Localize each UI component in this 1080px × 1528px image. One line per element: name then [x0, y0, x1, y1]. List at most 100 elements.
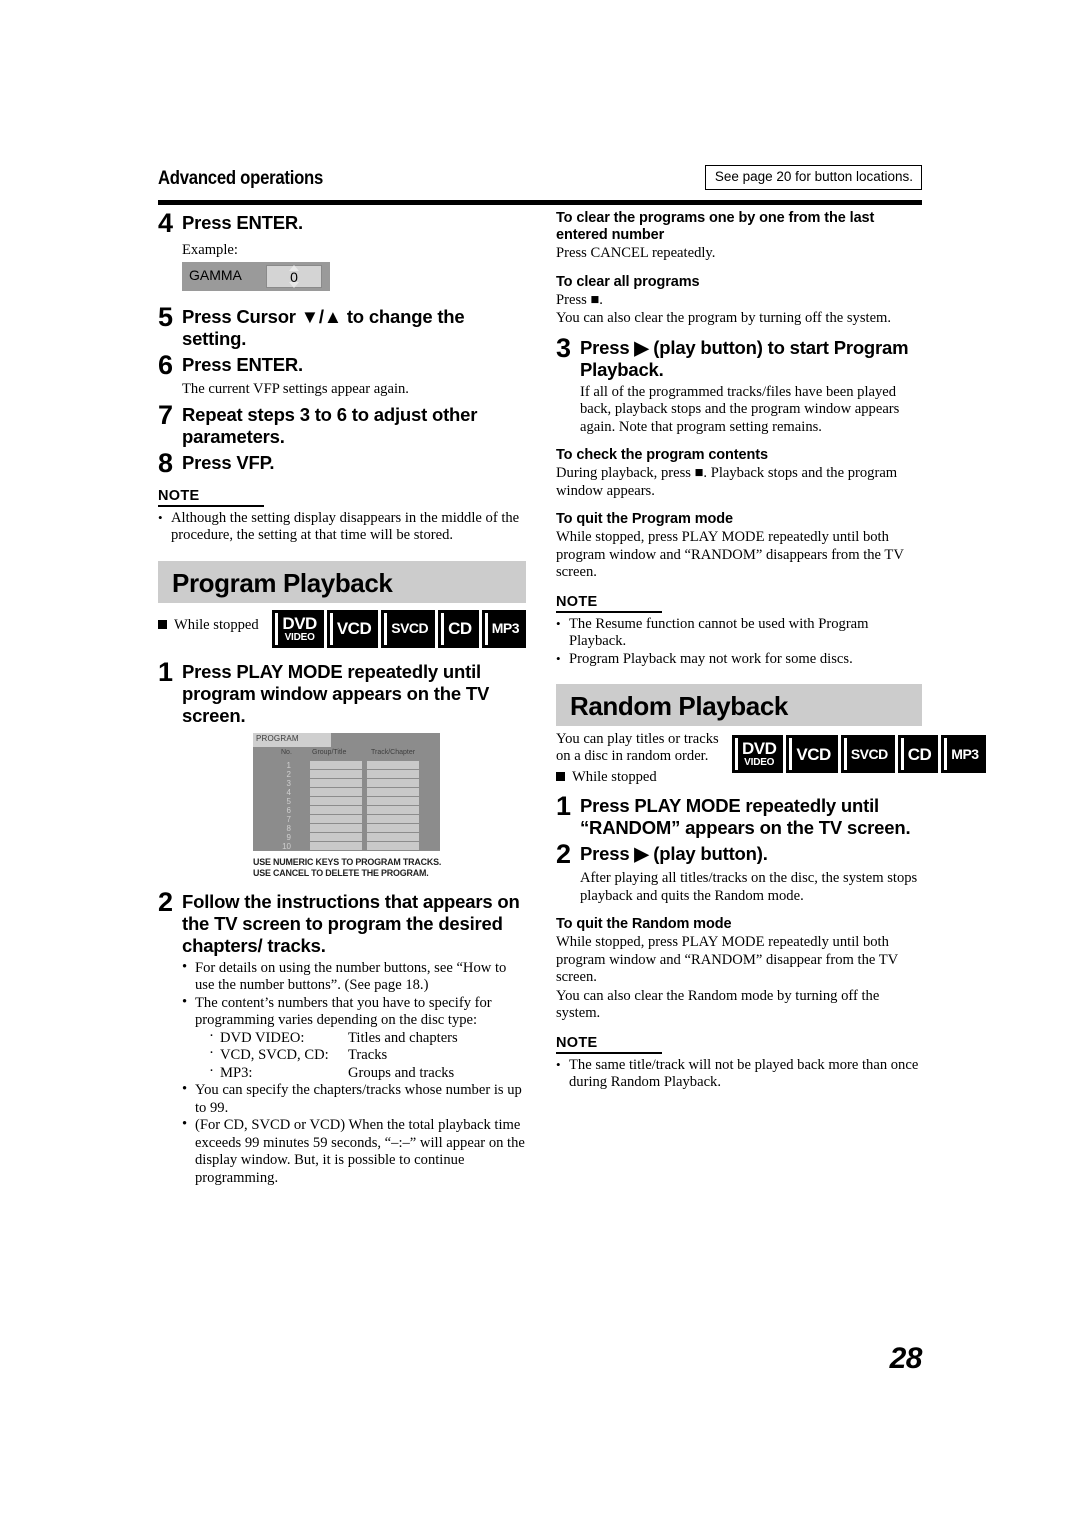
step-8: 8 Press VFP.: [158, 447, 526, 478]
program-playback-banner: Program Playback: [158, 560, 526, 603]
badge-main-label: VCD: [796, 744, 831, 764]
left-column: 4 Press ENTER. Example: GAMMA 0 5 Press …: [158, 206, 526, 1187]
random-step-1: 1 Press PLAY MODE repeatedly until “RAND…: [556, 793, 922, 839]
gamma-setting-widget: GAMMA 0: [182, 262, 330, 291]
button-locations-note: See page 20 for button locations.: [704, 165, 922, 190]
program-step-2-number: 2: [158, 886, 173, 917]
step-5-text: Press Cursor ▼/▲ to change the setting.: [182, 306, 465, 349]
disc-type-content: Titles and chapters: [348, 1029, 458, 1046]
program-window-row-number: 6: [286, 805, 291, 815]
program-window-row-number: 5: [286, 796, 291, 806]
program-step-3: 3 Press ▶ (play button) to start Program…: [556, 332, 922, 381]
disc-badge-dvd-video: DVD VIDEO: [732, 735, 784, 773]
random-step-1-text: Press PLAY MODE repeatedly until “RANDOM…: [580, 795, 911, 838]
program-window-row: 2: [253, 769, 440, 779]
step-7-number: 7: [158, 399, 173, 430]
disc-type-row: DVD VIDEO: Titles and chapters: [207, 1028, 526, 1048]
disc-type-name: VCD, SVCD, CD:: [220, 1047, 329, 1063]
note-heading-random: NOTE: [556, 1034, 598, 1051]
program-step-2-text: Follow the instructions that appears on …: [182, 890, 520, 956]
disc-type-name: DVD VIDEO:: [220, 1029, 305, 1046]
program-window-cell-track-chapter: [367, 778, 419, 787]
note-heading-right: NOTE: [556, 593, 598, 610]
disc-type-row: VCD, SVCD, CD: Tracks: [207, 1045, 526, 1065]
badge-sub-label: VIDEO: [284, 631, 315, 643]
page-number: 28: [889, 1342, 923, 1375]
program-window-cell-group-title: [310, 823, 362, 832]
program-window-row: 8: [253, 823, 440, 833]
badge-main-label: CD: [448, 619, 472, 638]
badge-main-label: SVCD: [391, 620, 429, 636]
note-underline: [158, 504, 264, 507]
disc-type-list: DVD VIDEO: Titles and chapters VCD, SVCD…: [207, 1028, 526, 1083]
disc-badge-mp3: MP3: [481, 609, 526, 648]
column-header-no: No.: [281, 748, 292, 756]
disc-badge-vcd: VCD: [326, 609, 379, 648]
program-window-cell-group-title: [310, 787, 362, 796]
gamma-label: GAMMA: [189, 267, 242, 283]
quit-random-body-line2: You can also clear the Random mode by tu…: [556, 987, 880, 1022]
step-8-number: 8: [158, 447, 173, 478]
program-window-row-number: 1: [286, 760, 291, 770]
clear-all-body-line1: Press ■.: [556, 291, 603, 308]
note-item: The same title/track will not be played …: [556, 1056, 922, 1092]
program-window-cell-group-title: [310, 778, 362, 787]
quit-program-body: While stopped, press PLAY MODE repeatedl…: [556, 529, 904, 580]
program-window-cell-group-title: [310, 796, 362, 805]
program-window-row-number: 8: [286, 823, 291, 833]
badge-main-label: MP3: [951, 745, 979, 762]
disc-badge-cd: CD: [438, 609, 479, 648]
program-window-row-number: 10: [282, 841, 291, 851]
disc-badge-vcd: VCD: [786, 735, 838, 773]
program-step-1: 1 Press PLAY MODE repeatedly until progr…: [158, 656, 526, 727]
bullet-item: For details on using the number buttons,…: [182, 959, 526, 995]
program-window-caption-line1: USE NUMERIC KEYS TO PROGRAM TRACKS.: [253, 855, 442, 867]
program-window-caption: USE NUMERIC KEYS TO PROGRAM TRACKS. USE …: [253, 856, 512, 878]
disc-badges-program: DVD VIDEO VCD SVCD CD MP3: [272, 609, 526, 648]
clear-all-body-line2: You can also clear the program by turnin…: [556, 310, 892, 326]
while-stopped-left: While stopped: [158, 610, 259, 634]
program-window-cell-track-chapter: [367, 805, 419, 814]
note-list-right: The Resume function cannot be used with …: [556, 615, 922, 669]
program-window-row: 9: [253, 832, 440, 842]
program-window-tab: PROGRAM: [253, 732, 331, 747]
random-intro-row: You can play titles or tracks on a disc …: [556, 731, 986, 786]
program-window-cell-group-title: [310, 841, 362, 850]
chevron-down-icon: [289, 282, 299, 288]
program-window-cell-track-chapter: [367, 841, 419, 850]
disc-type-name: MP3:: [220, 1064, 253, 1081]
bullet-text: The content’s numbers that you have to s…: [195, 994, 492, 1029]
note-underline: [556, 610, 662, 613]
program-window-row: 10: [253, 841, 440, 851]
step-6-number: 6: [158, 350, 173, 380]
program-window-cell-track-chapter: [367, 787, 419, 796]
step-4-text: Press ENTER.: [182, 212, 303, 233]
program-step-3-number: 3: [556, 332, 571, 363]
step-6: 6 Press ENTER.: [158, 350, 526, 380]
step-4: 4 Press ENTER.: [158, 210, 526, 237]
manual-page: Advanced operations See page 20 for butt…: [0, 0, 1080, 1528]
program-step-2: 2 Follow the instructions that appears o…: [158, 886, 526, 957]
program-window-row: 3: [253, 778, 440, 788]
program-window-grid: No. Group/Title Track/Chapter 1234567891…: [253, 747, 440, 851]
step-7-text: Repeat steps 3 to 6 to adjust other para…: [182, 403, 478, 447]
disc-type-row: MP3: Groups and tracks: [207, 1063, 526, 1083]
program-step-3-text: Press ▶ (play button) to start Program P…: [580, 336, 909, 380]
program-window-cell-group-title: [310, 814, 362, 823]
program-window-row-number: 2: [286, 769, 291, 779]
program-step-1-number: 1: [158, 656, 173, 687]
note-item: The Resume function cannot be used with …: [556, 615, 922, 651]
note-item: Although the setting display disappears …: [158, 509, 526, 545]
badge-main-label: CD: [907, 744, 932, 764]
disc-badge-svcd: SVCD: [840, 735, 895, 773]
random-step-2-body: After playing all titles/tracks on the d…: [580, 870, 918, 904]
badge-main-label: VCD: [336, 619, 372, 638]
random-intro-text: You can play titles or tracks on a disc …: [556, 731, 719, 764]
bullet-item: You can specify the chapters/tracks whos…: [182, 1081, 526, 1117]
program-window-row-number: 7: [286, 814, 291, 824]
disc-badges-random: DVD VIDEO VCD SVCD CD MP3: [732, 735, 986, 773]
program-window-cell-track-chapter: [367, 769, 419, 778]
badge-main-label: DVD: [742, 739, 777, 758]
random-playback-banner: Random Playback: [556, 684, 922, 726]
badge-main-label: SVCD: [850, 745, 888, 762]
